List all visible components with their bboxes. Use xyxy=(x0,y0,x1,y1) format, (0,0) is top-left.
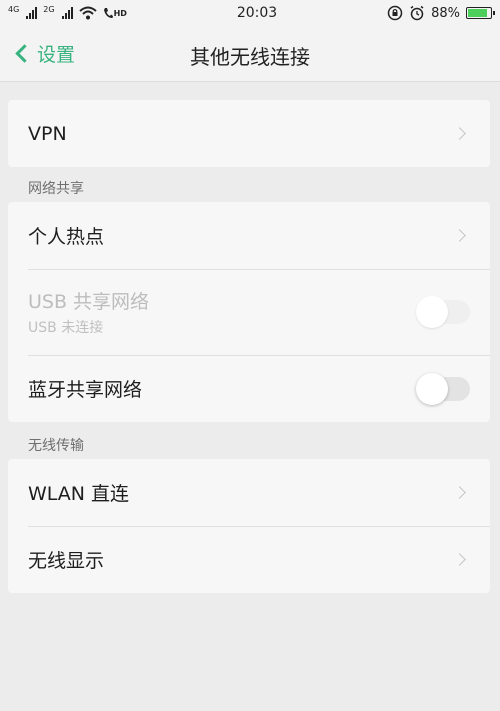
hd-label: HD xyxy=(113,8,127,18)
wireless-display-label: 无线显示 xyxy=(28,550,105,572)
wlan-direct-label: WLAN 直连 xyxy=(28,483,130,505)
signal-icon xyxy=(26,7,38,19)
signal-icon-2 xyxy=(61,7,73,19)
hotspot-row[interactable]: 个人热点 xyxy=(8,202,490,269)
wifi-icon xyxy=(78,6,97,20)
status-time: 20:03 xyxy=(236,5,278,21)
hotspot-label: 个人热点 xyxy=(28,226,105,248)
rotation-lock-icon xyxy=(387,5,403,21)
battery-percent: 88% xyxy=(431,5,460,21)
page-title: 其他无线连接 xyxy=(190,45,310,69)
wireless-group: WLAN 直连 无线显示 xyxy=(8,459,490,593)
chevron-right-icon xyxy=(453,486,466,499)
section-header-sharing: 网络共享 xyxy=(28,181,84,197)
alarm-icon xyxy=(410,5,424,21)
sharing-group: 个人热点 USB 共享网络 USB 未连接 蓝牙共享网络 xyxy=(8,202,490,422)
battery-level xyxy=(467,9,488,17)
toggle-knob xyxy=(416,296,448,328)
usb-tethering-row: USB 共享网络 USB 未连接 xyxy=(8,269,490,355)
status-bar: 4G 2G HD 20:03 88% xyxy=(0,0,500,26)
wlan-direct-row[interactable]: WLAN 直连 xyxy=(8,459,490,526)
bluetooth-tethering-label: 蓝牙共享网络 xyxy=(28,379,143,401)
usb-tethering-text: USB 共享网络 USB 未连接 xyxy=(28,287,149,337)
toggle-knob xyxy=(416,372,448,405)
usb-status-label: USB 未连接 xyxy=(28,320,104,336)
chevron-right-icon xyxy=(453,553,466,566)
vpn-group: VPN xyxy=(8,100,490,167)
network-type-label: 4G xyxy=(8,5,20,14)
section-header-wireless: 无线传输 xyxy=(28,438,84,454)
vpn-row[interactable]: VPN xyxy=(8,100,490,167)
status-right: 88% xyxy=(387,5,495,21)
chevron-right-icon xyxy=(453,229,466,242)
wireless-display-row[interactable]: 无线显示 xyxy=(8,526,490,593)
battery-icon xyxy=(465,7,495,19)
network-type-label-2: 2G xyxy=(43,5,55,14)
bluetooth-tethering-toggle[interactable] xyxy=(416,372,470,405)
call-hd-icon: HD xyxy=(103,7,127,19)
nav-bar: 设置 其他无线连接 xyxy=(0,26,500,82)
usb-tethering-label: USB 共享网络 xyxy=(28,291,150,313)
vpn-label: VPN xyxy=(28,122,67,145)
usb-tethering-toggle xyxy=(416,296,470,328)
bluetooth-tethering-row: 蓝牙共享网络 xyxy=(8,355,490,422)
chevron-right-icon xyxy=(453,127,466,140)
status-left: 4G 2G HD xyxy=(8,6,127,20)
